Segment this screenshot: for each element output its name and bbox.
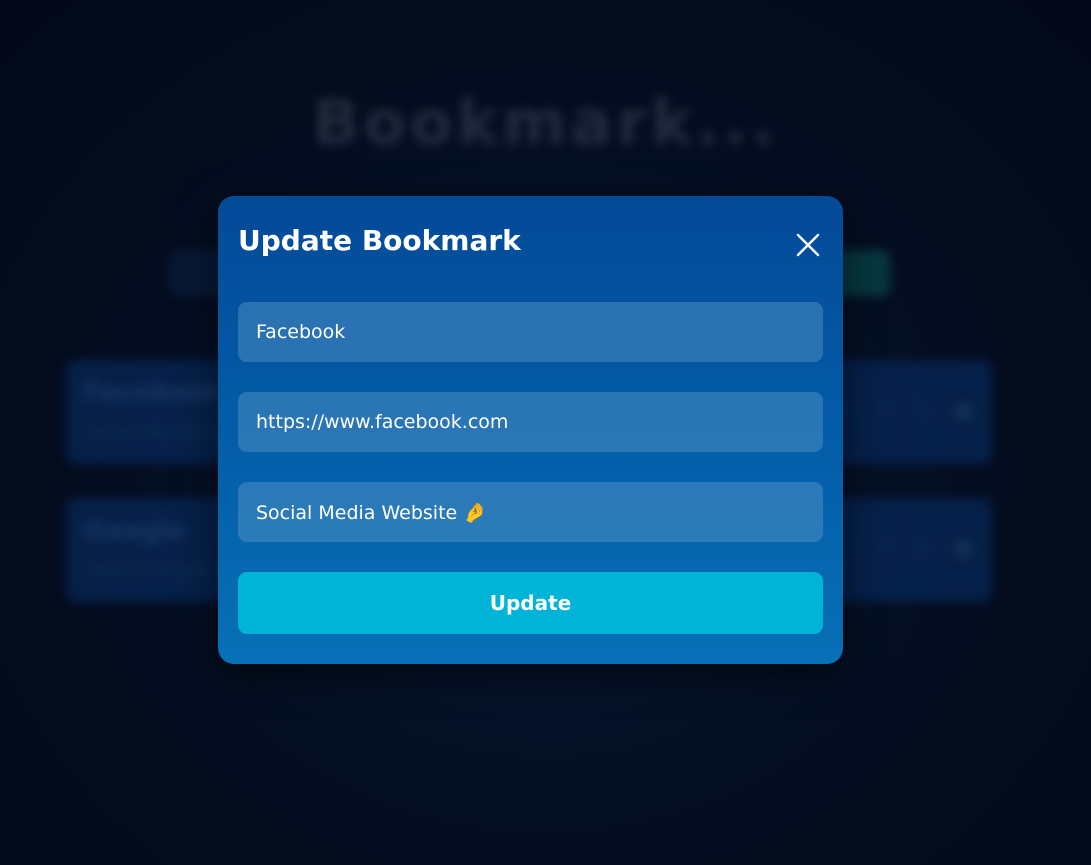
description-field-wrapper bbox=[238, 482, 823, 542]
bookmark-card-actions: ↗ ✎ ■ bbox=[872, 536, 974, 561]
update-button[interactable]: Update bbox=[238, 572, 823, 634]
edit-icon: ✎ bbox=[912, 536, 932, 561]
name-field-wrapper bbox=[238, 302, 823, 362]
update-bookmark-modal: Update Bookmark Update bbox=[218, 196, 843, 664]
description-field[interactable] bbox=[256, 501, 805, 523]
share-icon: ↗ bbox=[872, 398, 891, 423]
url-field[interactable] bbox=[256, 411, 805, 433]
url-field-wrapper bbox=[238, 392, 823, 452]
modal-title: Update Bookmark bbox=[238, 224, 521, 257]
page-title: Bookmark... bbox=[312, 86, 779, 159]
bookmark-card-name: Google bbox=[84, 516, 187, 546]
share-icon: ↗ bbox=[872, 536, 891, 561]
bookmark-card-actions: ↗ ✎ ■ bbox=[872, 398, 974, 423]
edit-icon: ✎ bbox=[912, 398, 932, 423]
bookmark-card-name: Facebook bbox=[84, 378, 223, 408]
delete-icon: ■ bbox=[953, 536, 974, 561]
delete-icon: ■ bbox=[953, 398, 974, 423]
close-button[interactable] bbox=[793, 230, 823, 260]
close-icon bbox=[796, 233, 820, 257]
bookmark-card-description: Search Engine bbox=[84, 560, 214, 581]
name-field[interactable] bbox=[256, 321, 805, 343]
